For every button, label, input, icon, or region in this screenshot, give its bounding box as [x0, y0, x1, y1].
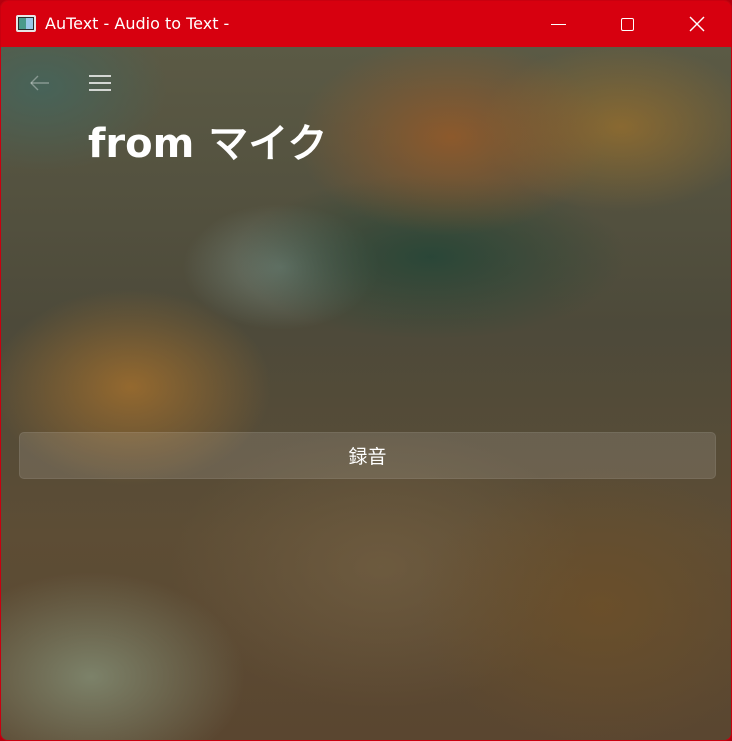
- maximize-button[interactable]: [592, 1, 662, 47]
- minimize-button[interactable]: [523, 1, 593, 47]
- hamburger-menu-icon: [89, 75, 111, 91]
- record-button[interactable]: 録音: [19, 432, 716, 479]
- maximize-icon: [620, 17, 634, 31]
- minimize-icon: [550, 23, 566, 25]
- title-bar[interactable]: AuText - Audio to Text -: [1, 1, 731, 47]
- close-button[interactable]: [662, 1, 731, 47]
- close-icon: [689, 16, 705, 32]
- arrow-left-icon: [30, 75, 49, 91]
- page-title: from マイク: [88, 121, 328, 167]
- app-icon: [16, 15, 36, 32]
- menu-button[interactable]: [85, 69, 115, 97]
- content-area: from マイク 録音: [1, 47, 731, 740]
- app-icon-right-pane: [26, 18, 33, 29]
- record-button-label: 録音: [348, 446, 387, 468]
- back-button[interactable]: [25, 69, 55, 97]
- app-window: AuText - Audio to Text - from マイク 録音: [0, 0, 732, 741]
- window-title: AuText - Audio to Text -: [45, 14, 230, 33]
- app-icon-left-pane: [19, 18, 26, 29]
